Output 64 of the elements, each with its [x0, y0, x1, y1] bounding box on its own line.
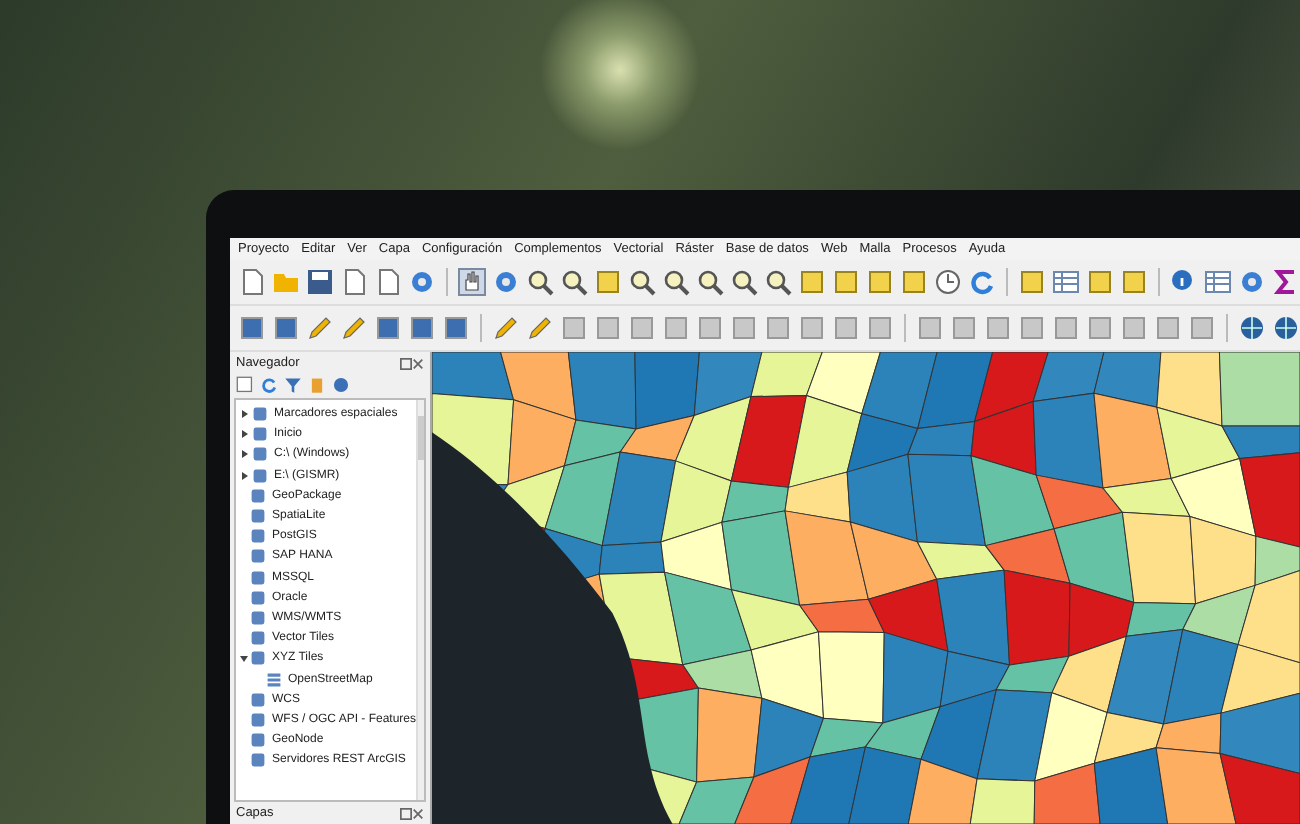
pencil-icon[interactable]	[306, 314, 334, 342]
square-icon[interactable]	[1086, 314, 1114, 342]
square-icon[interactable]	[832, 268, 860, 296]
square-icon[interactable]	[662, 314, 690, 342]
square-icon[interactable]	[560, 314, 588, 342]
clock-icon[interactable]	[934, 268, 962, 296]
square-icon[interactable]	[1018, 268, 1046, 296]
float-close-icon[interactable]	[400, 807, 424, 819]
square-icon[interactable]	[696, 314, 724, 342]
square-icon[interactable]	[798, 314, 826, 342]
square-icon[interactable]	[374, 314, 402, 342]
square-icon[interactable]	[950, 314, 978, 342]
magnifier-icon[interactable]	[560, 268, 588, 296]
table-icon[interactable]	[1204, 268, 1232, 296]
magnifier-icon[interactable]	[696, 268, 724, 296]
magnifier-icon[interactable]	[730, 268, 758, 296]
refresh-icon[interactable]	[260, 376, 278, 394]
square-icon[interactable]	[984, 314, 1012, 342]
square-icon[interactable]	[832, 314, 860, 342]
square-icon[interactable]	[798, 268, 826, 296]
square-icon[interactable]	[1086, 268, 1114, 296]
filter-icon[interactable]	[284, 376, 302, 394]
magnifier-icon[interactable]	[526, 268, 554, 296]
grid-icon	[266, 671, 282, 688]
globe-icon[interactable]	[1272, 314, 1300, 342]
expand-arrow-icon[interactable]	[242, 450, 248, 459]
page-icon[interactable]	[340, 268, 368, 296]
square-icon[interactable]	[764, 314, 792, 342]
magnifier-icon[interactable]	[662, 268, 690, 296]
expand-arrow-icon[interactable]	[242, 471, 248, 480]
magnifier-icon[interactable]	[764, 268, 792, 296]
square-icon[interactable]	[238, 314, 266, 342]
square-icon[interactable]	[916, 314, 944, 342]
float-close-icon[interactable]	[400, 357, 424, 369]
scrollbar[interactable]	[416, 400, 424, 800]
expand-arrow-icon[interactable]	[242, 430, 248, 439]
square-icon[interactable]	[628, 314, 656, 342]
square-icon[interactable]	[594, 268, 622, 296]
square-icon[interactable]	[442, 314, 470, 342]
sigma-icon[interactable]	[1272, 268, 1300, 296]
square-icon[interactable]	[730, 314, 758, 342]
hand-icon[interactable]	[458, 268, 486, 296]
square-icon[interactable]	[1188, 314, 1216, 342]
square-icon[interactable]	[594, 314, 622, 342]
page-icon[interactable]	[374, 268, 402, 296]
square-icon[interactable]	[1052, 314, 1080, 342]
square-icon[interactable]	[900, 268, 928, 296]
square-icon[interactable]	[1018, 314, 1046, 342]
square-icon[interactable]	[1154, 314, 1182, 342]
square-icon[interactable]	[866, 268, 894, 296]
expand-arrow-icon[interactable]	[242, 410, 248, 419]
refresh-icon[interactable]	[968, 268, 996, 296]
pencil-icon[interactable]	[492, 314, 520, 342]
globe-icon[interactable]	[1238, 314, 1266, 342]
square-icon[interactable]	[272, 314, 300, 342]
square-icon[interactable]	[408, 314, 436, 342]
page-icon[interactable]	[238, 268, 266, 296]
pencil-icon[interactable]	[340, 314, 368, 342]
square-icon[interactable]	[1120, 314, 1148, 342]
table-icon[interactable]	[1052, 268, 1080, 296]
magnifier-icon[interactable]	[628, 268, 656, 296]
square-icon[interactable]	[1120, 268, 1148, 296]
pencil-icon[interactable]	[526, 314, 554, 342]
square-icon[interactable]	[866, 314, 894, 342]
